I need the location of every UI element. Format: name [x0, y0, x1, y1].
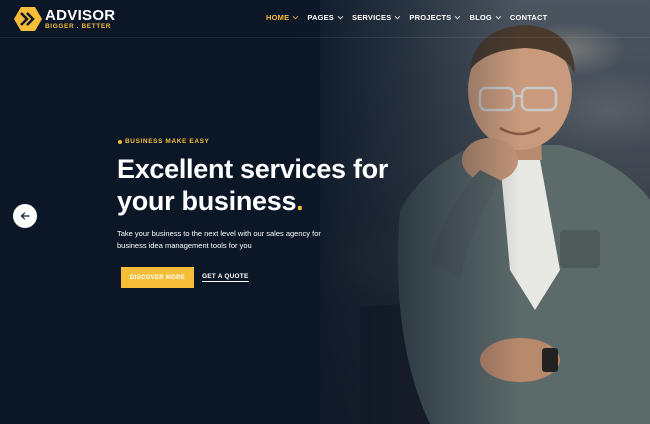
slider-prev-button[interactable]: [13, 204, 37, 228]
main-nav: HOME PAGES SERVICES PROJECTS BLOG CONTAC…: [266, 13, 558, 22]
hero-tag: BUSINESS MAKE EASY: [118, 138, 209, 145]
nav-item-label: CONTACT: [509, 13, 548, 22]
nav-item-pages[interactable]: PAGES: [307, 13, 344, 22]
logo-tagline: BIGGER . BETTER: [45, 22, 112, 30]
nav-item-label: SERVICES: [352, 13, 392, 22]
nav-item-projects[interactable]: PROJECTS: [409, 13, 461, 22]
nav-item-label: HOME: [266, 13, 290, 22]
chevron-down-icon: [292, 13, 299, 19]
chevron-down-icon: [455, 13, 461, 19]
nav-item-home[interactable]: HOME: [266, 13, 299, 22]
discover-more-button[interactable]: DISCOVER MORE: [121, 267, 194, 288]
nav-item-blog[interactable]: BLOG: [469, 13, 502, 22]
nav-item-label: PAGES: [307, 13, 335, 22]
logo[interactable]: ADVISOR BIGGER . BETTER: [14, 6, 115, 32]
hero-headline-line1: Excellent services for: [117, 154, 389, 184]
nav-item-label: PROJECTS: [409, 13, 452, 22]
logo-icon: [14, 7, 42, 31]
nav-item-label: BLOG: [469, 13, 492, 22]
nav-item-services[interactable]: SERVICES: [352, 13, 401, 22]
chevron-down-icon: [495, 13, 502, 19]
site-header: ADVISOR BIGGER . BETTER HOME PAGES SERVI…: [0, 0, 650, 38]
get-a-quote-link[interactable]: GET A QUOTE: [202, 273, 249, 282]
arrow-left-icon: [20, 212, 30, 220]
chevron-down-icon: [395, 13, 401, 19]
logo-title: ADVISOR: [45, 6, 116, 24]
tag-dot-icon: [118, 139, 122, 144]
hero-headline-line2: your business: [117, 186, 297, 216]
hero-headline: Excellent services for your business.: [117, 153, 417, 217]
hero-tag-text: BUSINESS MAKE EASY: [125, 138, 210, 145]
hero-description: Take your business to the next level wit…: [117, 229, 321, 250]
nav-item-contact[interactable]: CONTACT: [510, 13, 548, 22]
chevron-down-icon: [337, 13, 344, 19]
hero-headline-dot: .: [296, 186, 304, 216]
